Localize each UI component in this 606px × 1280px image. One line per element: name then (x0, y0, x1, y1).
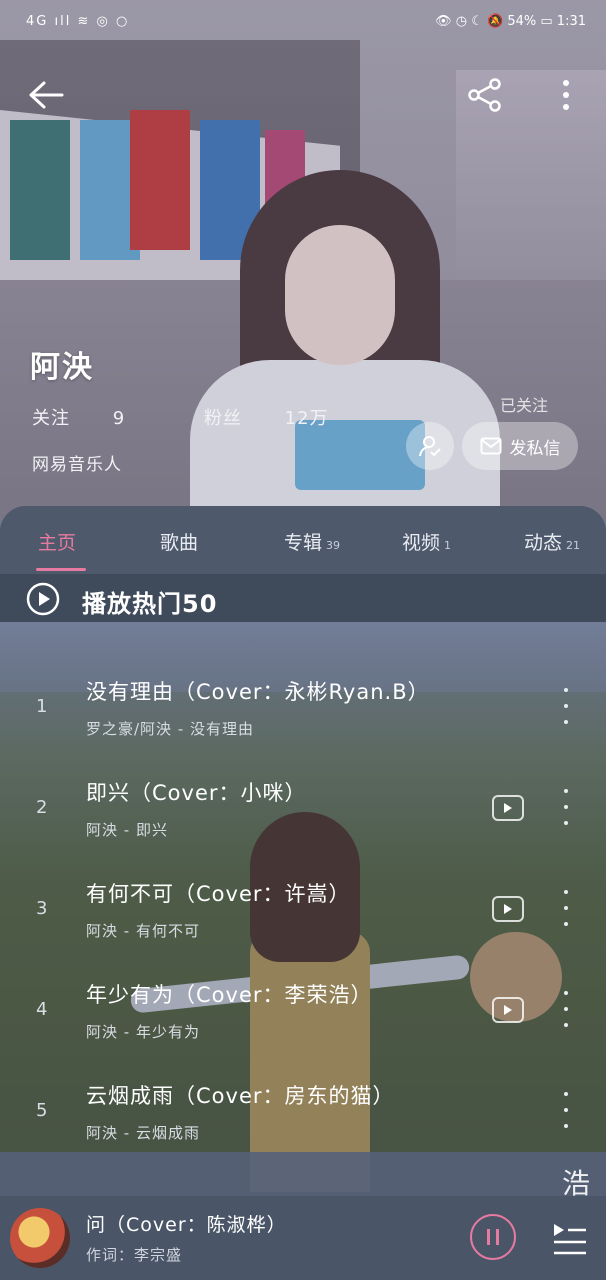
song-title: 年少有为（Cover：李荣浩） (86, 983, 373, 1007)
song-index: 5 (36, 1100, 48, 1121)
status-right: 👁 ◷ ☾ 🔕 54% ▭ 1:31 (435, 14, 586, 29)
song-more-button[interactable] (556, 991, 576, 1027)
active-tab-indicator (36, 568, 86, 571)
mail-icon (480, 437, 501, 455)
tab-label: 动态 (524, 532, 563, 554)
now-playing-title: 问（Cover：陈淑桦） (86, 1214, 287, 1236)
song-index: 2 (36, 797, 48, 818)
song-index: 4 (36, 999, 48, 1020)
tab-count: 39 (326, 539, 341, 552)
tab-label: 主页 (38, 532, 77, 554)
artist-role: 网易音乐人 (32, 455, 122, 475)
song-title: 没有理由（Cover：永彬Ryan.B） (86, 680, 430, 704)
tab-home[interactable]: 主页 (38, 528, 76, 555)
playlist-icon[interactable] (546, 1216, 590, 1260)
song-more-button[interactable] (556, 688, 576, 724)
follow-count: 9 (112, 408, 126, 429)
tab-albums[interactable]: 专辑 39 (284, 528, 340, 555)
more-vertical-icon (563, 80, 569, 110)
song-row[interactable]: 3 有何不可（Cover：许嵩） 阿泱 - 有何不可 (0, 864, 606, 965)
status-left: 4G ıll ≋ ◎ ○ (26, 14, 130, 29)
share-button[interactable] (462, 72, 508, 118)
fans-stat[interactable]: 粉丝 12万 (204, 408, 365, 429)
mv-button[interactable] (492, 896, 524, 922)
song-title: 有何不可（Cover：许嵩） (86, 882, 351, 906)
back-button[interactable] (18, 72, 74, 118)
song-subtitle: 罗之豪/阿泱 - 没有理由 (86, 720, 255, 738)
song-row[interactable]: 2 即兴（Cover：小咪） 阿泱 - 即兴 (0, 763, 606, 864)
follow-toggle-button[interactable] (406, 422, 454, 470)
screen: 4G ıll ≋ ◎ ○ 👁 ◷ ☾ 🔕 54% ▭ 1:31 阿泱 关注 9 … (0, 0, 606, 1280)
followed-status: 已关注 (500, 396, 549, 415)
tab-songs[interactable]: 歌曲 (160, 528, 198, 555)
artist-name: 阿泱 (30, 350, 94, 385)
more-button[interactable] (548, 72, 584, 118)
song-title: 云烟成雨（Cover：房东的猫） (86, 1084, 395, 1108)
video-play-icon (504, 803, 512, 813)
song-row[interactable]: 4 年少有为（Cover：李荣浩） 阿泱 - 年少有为 (0, 965, 606, 1066)
tab-count: 1 (444, 539, 452, 552)
song-more-button[interactable] (556, 789, 576, 825)
share-icon (468, 78, 501, 112)
mv-button[interactable] (492, 997, 524, 1023)
tab-moments[interactable]: 动态 21 (524, 528, 580, 555)
pause-icon (487, 1229, 490, 1245)
pause-button[interactable] (470, 1214, 516, 1260)
now-playing-subtitle: 作词：李宗盛 (86, 1246, 183, 1264)
play-hot-50-row[interactable]: 播放热门50 (0, 574, 606, 622)
fans-count: 12万 (284, 408, 329, 429)
play-hot-50-title: 播放热门50 (82, 590, 218, 618)
message-button-label: 发私信 (509, 438, 561, 459)
album-art[interactable] (10, 1208, 70, 1268)
now-playing-bar[interactable]: 问（Cover：陈淑桦） 作词：李宗盛 (0, 1196, 606, 1280)
song-row[interactable]: 1 没有理由（Cover：永彬Ryan.B） 罗之豪/阿泱 - 没有理由 (0, 662, 606, 763)
song-subtitle: 阿泱 - 云烟成雨 (86, 1124, 200, 1142)
list-bottom-fade (0, 1152, 606, 1196)
song-subtitle: 阿泱 - 有何不可 (86, 922, 200, 940)
tab-label: 专辑 (284, 532, 323, 554)
play-circle-icon (26, 582, 60, 616)
tab-count: 21 (566, 539, 581, 552)
back-arrow-icon (29, 81, 64, 109)
tab-videos[interactable]: 视频 1 (402, 528, 451, 555)
follow-label: 关注 (32, 408, 70, 429)
song-more-button[interactable] (556, 1092, 576, 1128)
tab-label: 歌曲 (160, 532, 199, 554)
tab-bar: 主页 歌曲 专辑 39 视频 1 动态 21 (0, 506, 606, 574)
song-subtitle: 阿泱 - 年少有为 (86, 1023, 200, 1041)
song-index: 1 (36, 696, 48, 717)
follow-stat[interactable]: 关注 9 (32, 408, 161, 429)
tab-label: 视频 (402, 532, 441, 554)
message-button[interactable]: 发私信 (462, 422, 578, 470)
mv-button[interactable] (492, 795, 524, 821)
song-subtitle: 阿泱 - 即兴 (86, 821, 168, 839)
song-index: 3 (36, 898, 48, 919)
video-play-icon (504, 1005, 512, 1015)
video-play-icon (504, 904, 512, 914)
fans-label: 粉丝 (203, 408, 242, 429)
artist-stats: 关注 9 粉丝 12万 (32, 404, 401, 430)
status-bar: 4G ıll ≋ ◎ ○ 👁 ◷ ☾ 🔕 54% ▭ 1:31 (0, 0, 606, 46)
user-check-icon (419, 436, 441, 457)
song-more-button[interactable] (556, 890, 576, 926)
song-list: 1 没有理由（Cover：永彬Ryan.B） 罗之豪/阿泱 - 没有理由 2 即… (0, 622, 606, 1202)
song-title: 即兴（Cover：小咪） (86, 781, 307, 805)
